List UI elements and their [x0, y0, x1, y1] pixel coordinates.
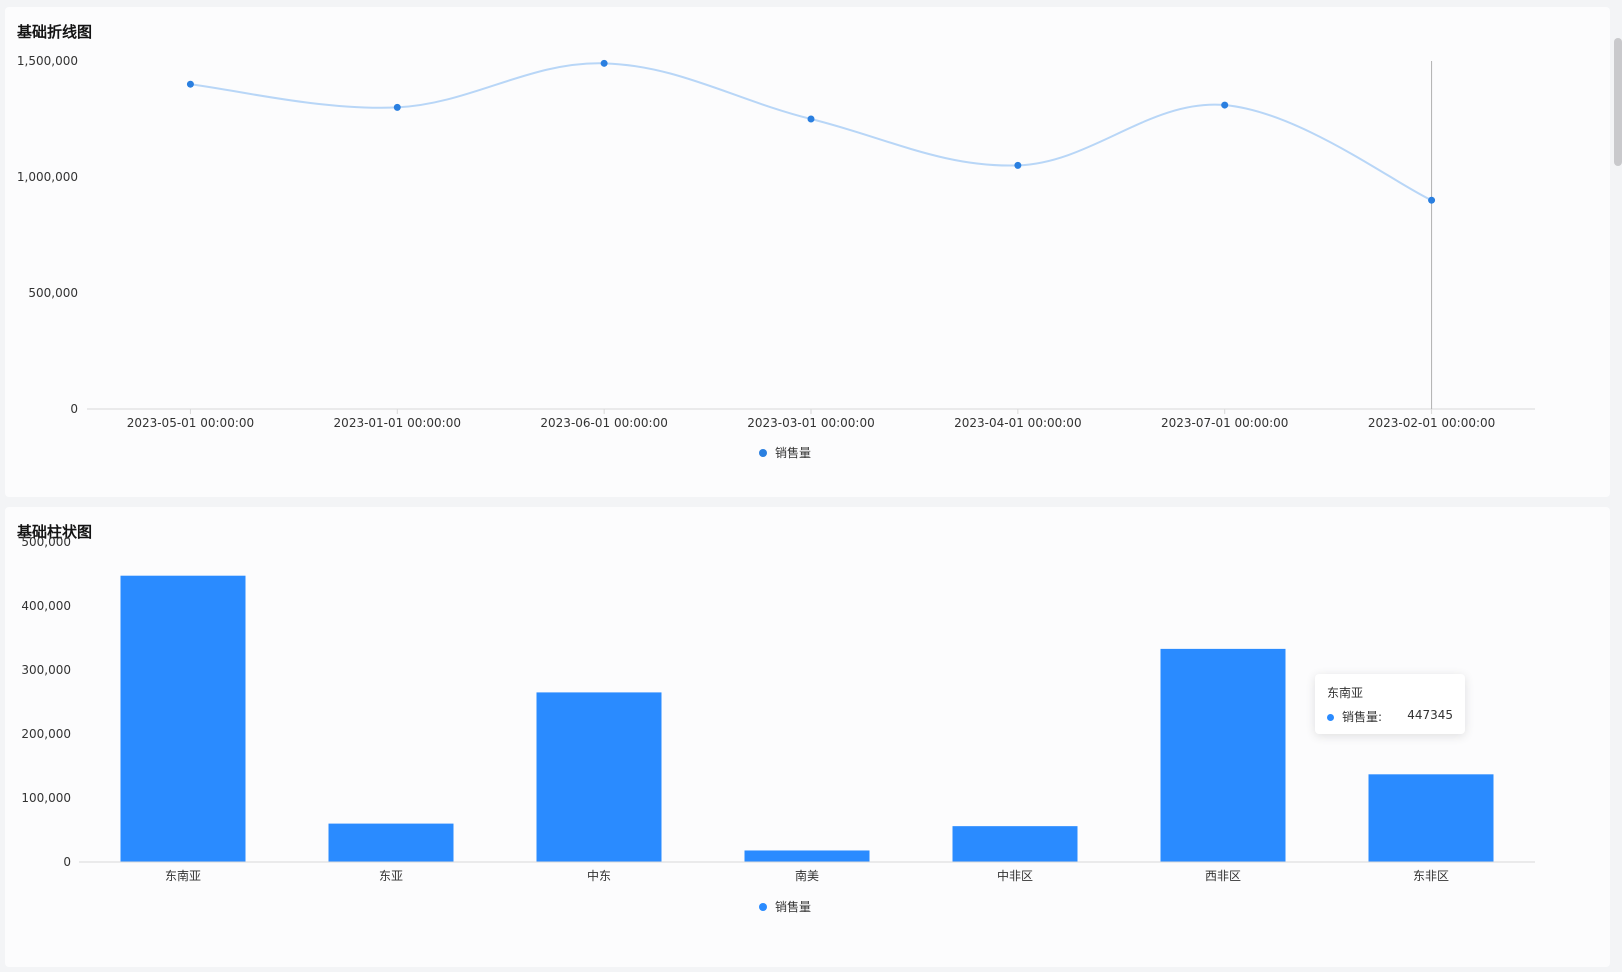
x-tick-label: 中非区 — [997, 868, 1033, 883]
bar-chart[interactable]: 0100,000200,000300,000400,000500,000东南亚东… — [5, 507, 1610, 967]
bar — [328, 823, 454, 862]
x-tick-label: 东亚 — [379, 869, 403, 883]
y-tick-label: 1,500,000 — [17, 54, 78, 68]
series-line-sales — [190, 62, 1432, 202]
y-tick-label: 0 — [63, 855, 71, 869]
line-chart[interactable]: 0 500,000 1,000,000 1,500,000 2023-05-01 00:… — [5, 7, 1610, 497]
data-point — [807, 115, 815, 123]
bar — [1160, 648, 1286, 862]
x-tick-label: 2023-05-01 00:00:00 — [127, 416, 254, 430]
y-tick-label: 100,000 — [21, 791, 71, 805]
x-tick-label: 东非区 — [1413, 869, 1449, 883]
bar — [120, 575, 246, 862]
y-tick-label: 400,000 — [21, 599, 71, 613]
legend-marker — [759, 903, 767, 911]
bar — [1368, 774, 1494, 862]
line-chart-card: 基础折线图 0 500,000 1,000,000 1,500,000 2023-05-… — [5, 7, 1610, 497]
legend-label: 销售量 — [775, 899, 811, 914]
x-tick-label: 中东 — [587, 868, 611, 883]
scrollbar-thumb[interactable] — [1614, 38, 1622, 166]
y-tick-label: 200,000 — [21, 727, 71, 741]
bar — [536, 692, 662, 862]
data-point — [600, 59, 608, 67]
bar — [744, 850, 870, 862]
y-tick-label: 500,000 — [28, 286, 78, 300]
tooltip-title: 东南亚 — [1327, 686, 1364, 700]
y-tick-label: 500,000 — [21, 535, 71, 549]
x-tick-label: 2023-01-01 00:00:00 — [334, 416, 461, 430]
data-point — [1428, 196, 1436, 204]
x-tick-label: 2023-04-01 00:00:00 — [954, 416, 1081, 430]
data-point — [1221, 101, 1229, 109]
x-tick-label: 南美 — [795, 868, 819, 883]
x-tick-label: 2023-06-01 00:00:00 — [540, 416, 667, 430]
tooltip-value: 447345 — [1407, 708, 1453, 722]
data-point — [1014, 161, 1022, 169]
y-tick-label: 300,000 — [21, 663, 71, 677]
legend-label: 销售量 — [775, 445, 811, 460]
bar — [952, 826, 1078, 862]
x-tick-label: 西非区 — [1205, 869, 1241, 883]
legend-marker — [759, 449, 767, 457]
x-tick-label: 2023-07-01 00:00:00 — [1161, 416, 1288, 430]
x-tick-label: 2023-02-01 00:00:00 — [1368, 416, 1495, 430]
bar-chart-card: 基础柱状图 0 100,000 200,000 300,000 400,000 500,0… — [5, 507, 1610, 967]
tooltip-series-dot — [1327, 714, 1334, 721]
tooltip-series-name: 销售量: — [1342, 710, 1383, 724]
y-tick-label: 0 — [70, 402, 78, 416]
x-tick-label: 东南亚 — [165, 868, 201, 883]
y-tick-label: 1,000,000 — [17, 170, 78, 184]
data-point — [393, 103, 401, 111]
chart-tooltip: 东南亚 销售量: 447345 — [1315, 674, 1465, 734]
data-point — [186, 80, 194, 88]
x-tick-label: 2023-03-01 00:00:00 — [747, 416, 874, 430]
